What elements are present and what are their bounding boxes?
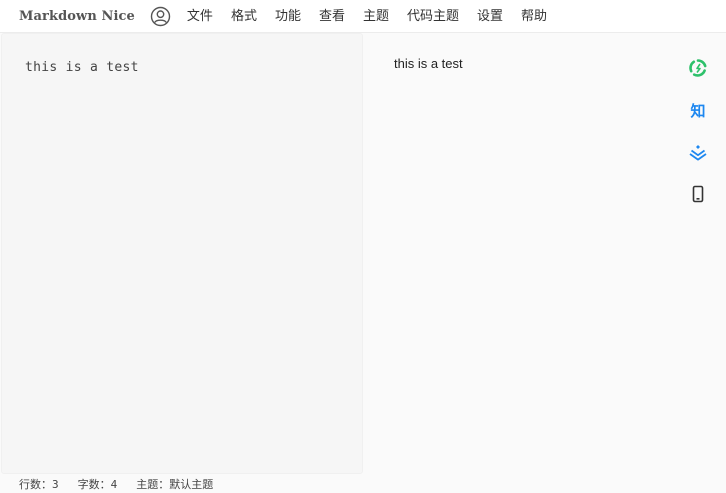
mobile-preview-button[interactable] xyxy=(686,182,710,206)
menu-format[interactable]: 格式 xyxy=(222,0,266,33)
wechat-copy-icon xyxy=(689,59,707,77)
mobile-preview-icon xyxy=(692,185,704,203)
juejin-icon xyxy=(689,145,707,161)
menu-settings[interactable]: 设置 xyxy=(468,0,512,33)
line-count: 行数：3 xyxy=(19,477,59,491)
preview-pane: this is a test xyxy=(364,33,726,474)
markdown-editor[interactable]: this is a test xyxy=(1,33,363,474)
menu-view[interactable]: 查看 xyxy=(310,0,354,33)
menu-help[interactable]: 帮助 xyxy=(512,0,556,33)
user-account-icon[interactable] xyxy=(150,6,171,27)
menu-code-theme[interactable]: 代码主题 xyxy=(398,0,468,33)
editor-content[interactable]: this is a test xyxy=(25,60,139,75)
word-count: 字数：4 xyxy=(77,477,118,491)
menu-theme[interactable]: 主题 xyxy=(354,0,398,33)
current-theme: 主题：默认主题 xyxy=(136,477,214,491)
zhihu-copy-button[interactable]: 知 xyxy=(686,98,710,122)
app-window: Markdown Nice 文件 格式 功能 查看 主题 代码主题 设置 帮助 … xyxy=(0,0,726,493)
wechat-copy-button[interactable] xyxy=(686,56,710,80)
top-menu-bar: Markdown Nice 文件 格式 功能 查看 主题 代码主题 设置 帮助 xyxy=(0,0,726,33)
zhihu-icon: 知 xyxy=(690,101,706,120)
preview-content: this is a test xyxy=(394,56,463,71)
main-menu: 文件 格式 功能 查看 主题 代码主题 设置 帮助 xyxy=(178,0,556,33)
brand-title: Markdown Nice xyxy=(19,8,135,24)
status-bar: 行数：3 字数：4 主题：默认主题 xyxy=(0,474,726,493)
menu-function[interactable]: 功能 xyxy=(266,0,310,33)
juejin-copy-button[interactable] xyxy=(686,140,710,164)
menu-file[interactable]: 文件 xyxy=(178,0,222,33)
